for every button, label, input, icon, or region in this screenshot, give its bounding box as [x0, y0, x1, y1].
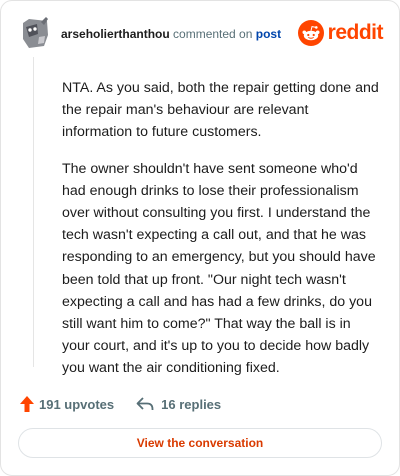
upvote-count[interactable]: 191 upvotes — [19, 395, 114, 413]
post-link[interactable]: post — [256, 27, 281, 41]
comment-header: arseholierthanthou commented on post red… — [17, 15, 384, 51]
thread-line — [33, 57, 34, 367]
upvote-arrow-icon — [20, 396, 34, 412]
comment-paragraph: NTA. As you said, both the repair gettin… — [62, 80, 379, 141]
reply-arrow-icon — [136, 397, 154, 410]
reddit-logo-icon — [297, 20, 324, 46]
comment-stats: 191 upvotes 16 replies — [19, 394, 221, 414]
action-text: commented on — [173, 27, 253, 41]
comment-body: NTA. As you said, both the repair gettin… — [62, 77, 382, 394]
reply-label: 16 replies — [161, 396, 222, 412]
comment-card: arseholierthanthou commented on post red… — [0, 0, 400, 476]
reply-count[interactable]: 16 replies — [136, 396, 221, 412]
username-link[interactable]: arseholierthanthou — [61, 27, 170, 41]
byline: arseholierthanthou commented on post — [61, 27, 281, 41]
reddit-brand[interactable]: reddit — [297, 19, 384, 47]
view-conversation-button[interactable]: View the conversation — [18, 428, 382, 458]
upvote-label: 191 upvotes — [39, 396, 115, 412]
comment-paragraph: The owner shouldn't have sent someone wh… — [62, 160, 376, 377]
reddit-wordmark: reddit — [327, 21, 384, 44]
snoo-avatar-icon[interactable] — [17, 15, 53, 51]
